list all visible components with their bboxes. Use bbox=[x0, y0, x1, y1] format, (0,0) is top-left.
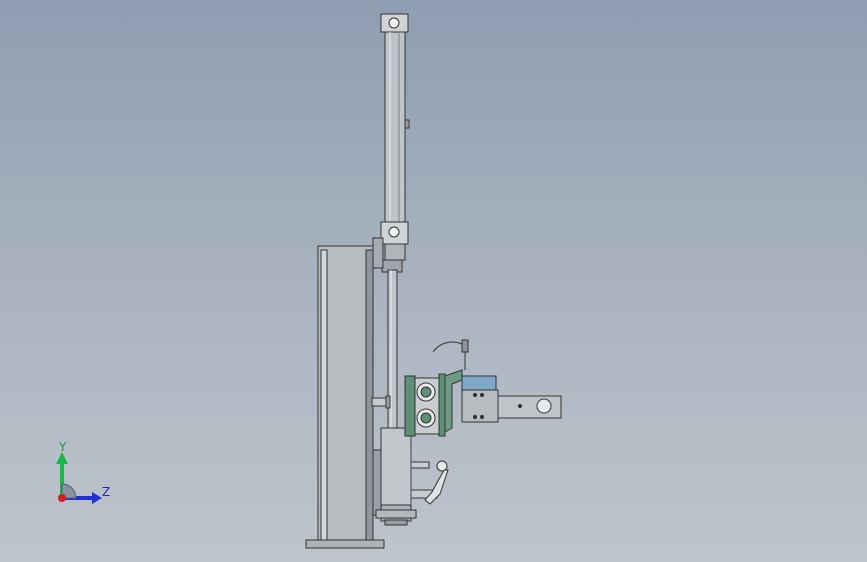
coordinate-triad: Y Z bbox=[40, 440, 120, 510]
assembly-model[interactable] bbox=[0, 0, 867, 562]
main-column[interactable] bbox=[305, 237, 385, 549]
z-axis-label: Z bbox=[102, 485, 111, 499]
cad-graphics-area[interactable]: Y Z bbox=[0, 0, 867, 562]
arm-bracket[interactable] bbox=[461, 375, 562, 423]
sensor-cable[interactable] bbox=[432, 339, 469, 370]
z-axis-arrowhead bbox=[92, 492, 102, 504]
clamp-handle[interactable] bbox=[410, 425, 449, 505]
triad-axes bbox=[56, 452, 102, 504]
mounting-plate[interactable] bbox=[404, 369, 463, 437]
x-axis-origin bbox=[58, 494, 66, 502]
slide-block[interactable] bbox=[375, 427, 417, 526]
y-axis-label: Y bbox=[59, 440, 67, 454]
pneumatic-cylinder[interactable] bbox=[380, 13, 410, 273]
column-bolt[interactable] bbox=[371, 395, 391, 409]
